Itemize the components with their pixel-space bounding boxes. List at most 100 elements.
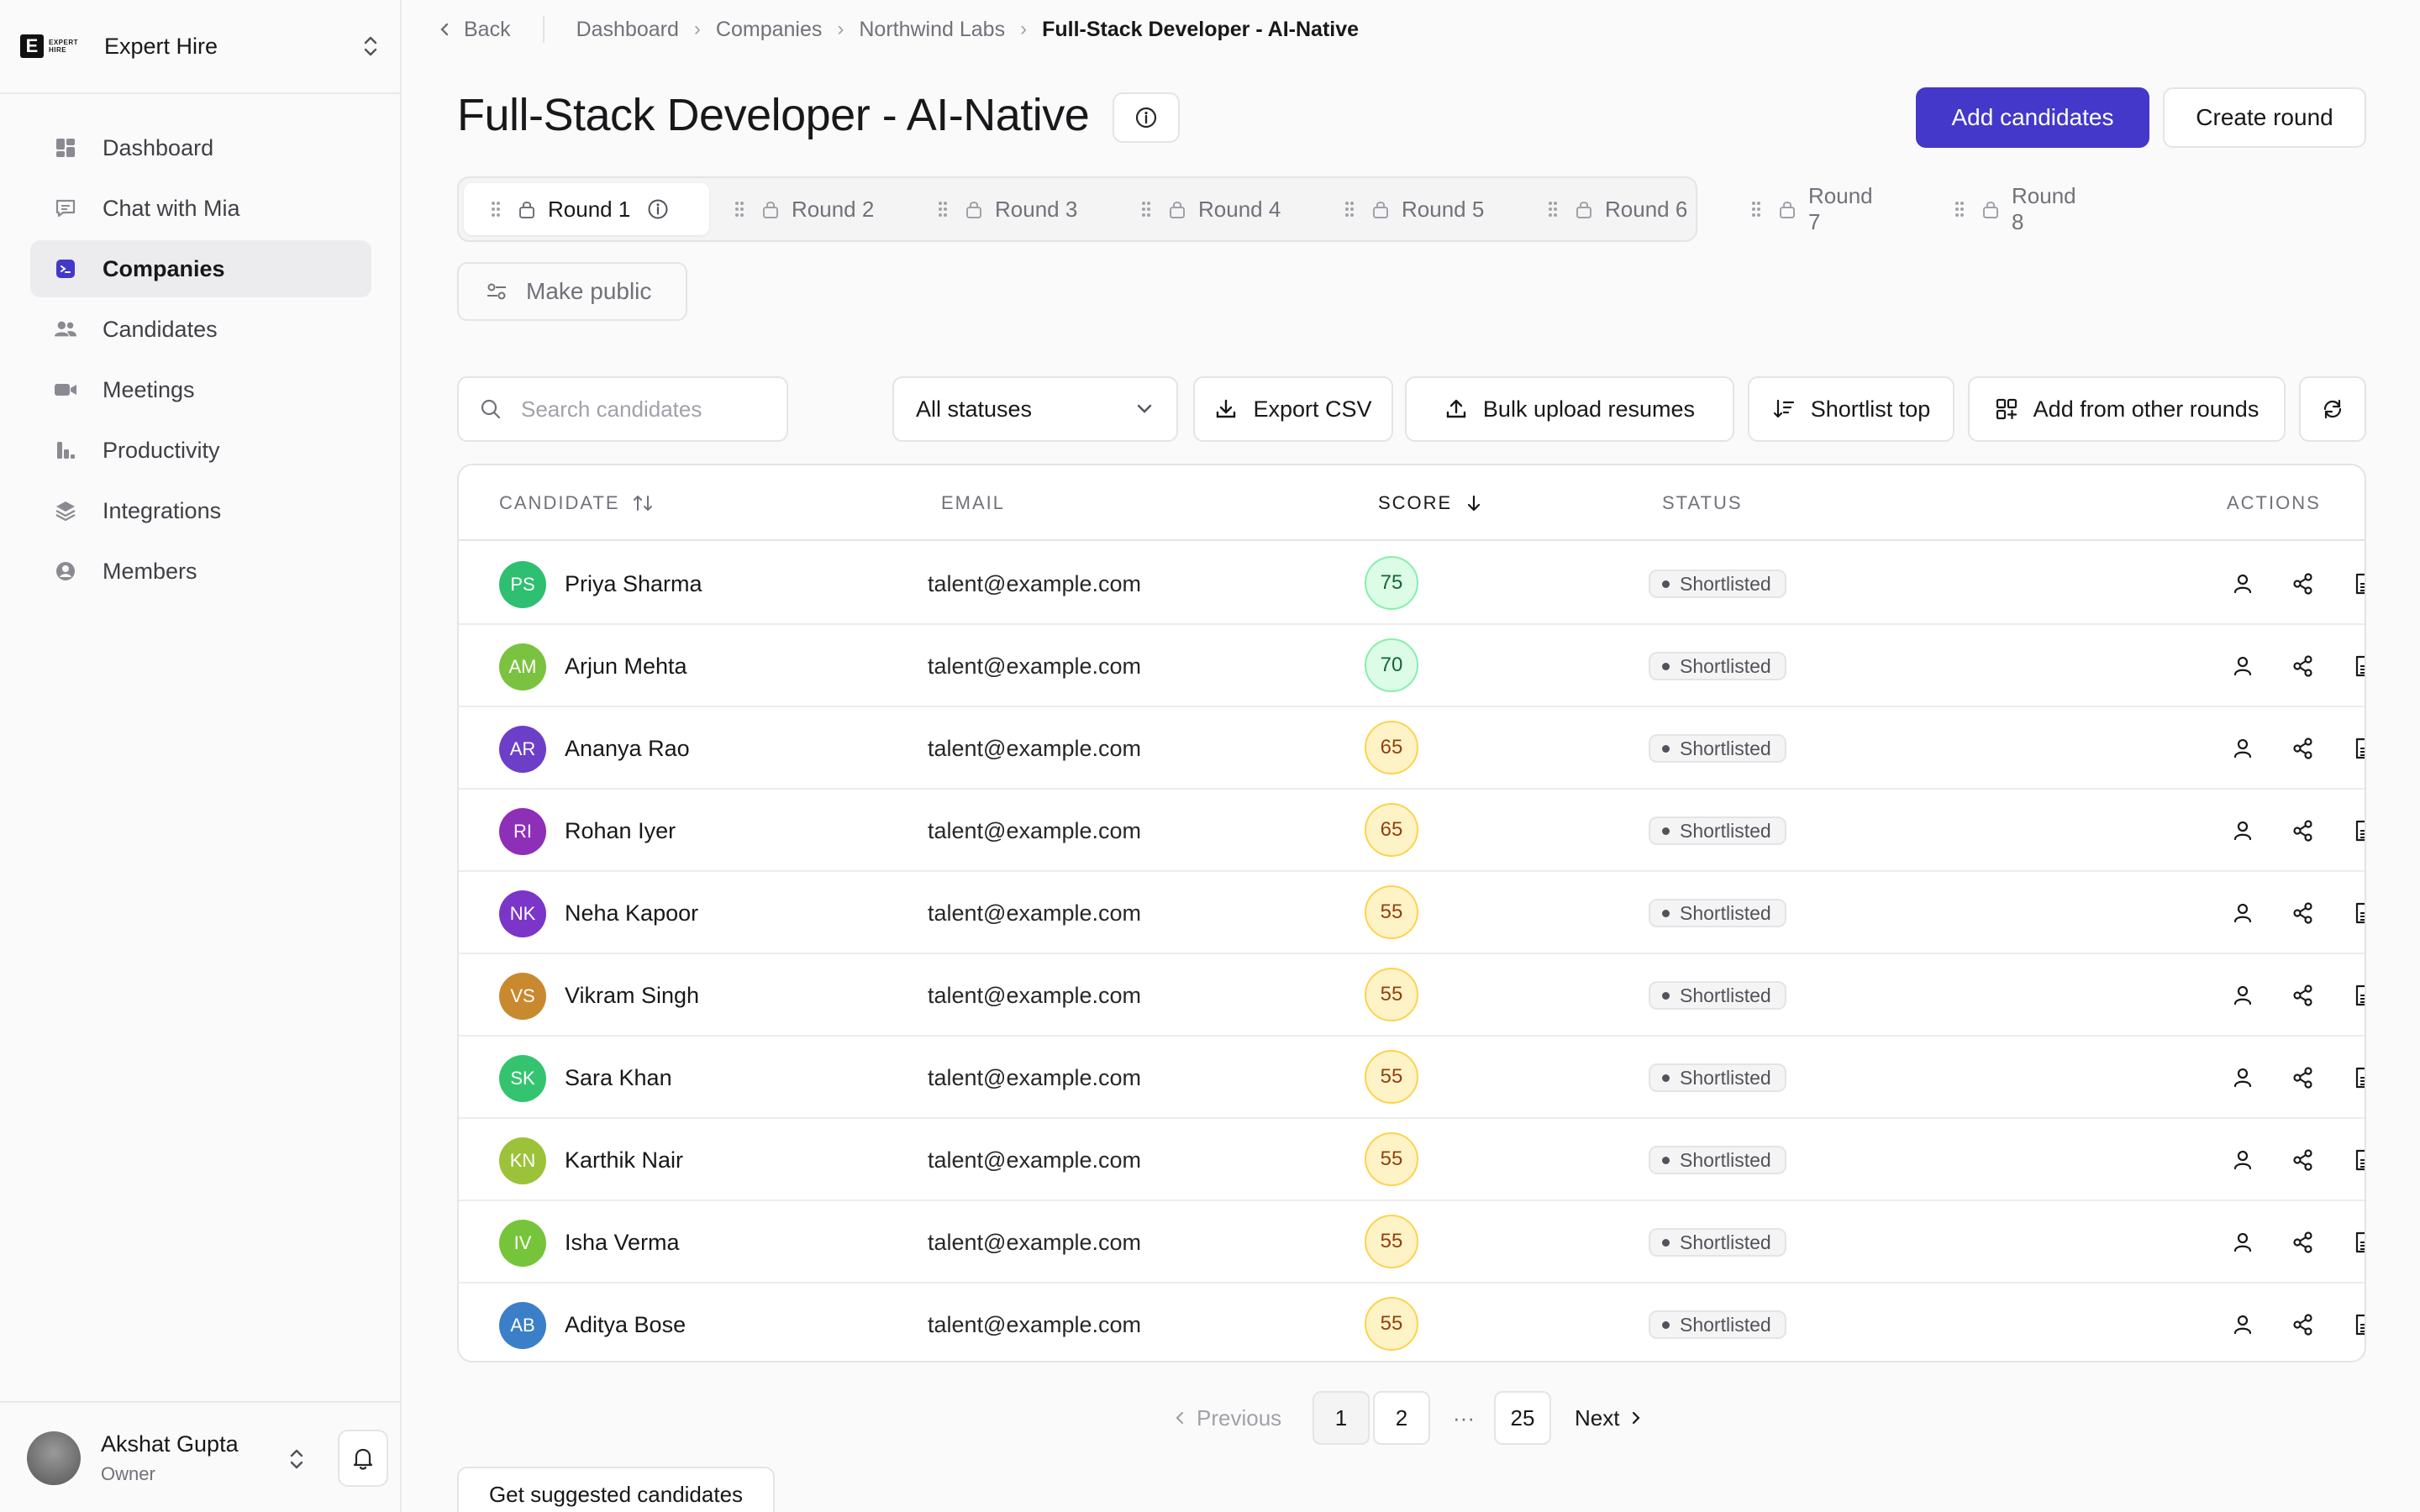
- tab-round-7[interactable]: Round 7: [1751, 183, 1873, 235]
- resume-button[interactable]: [2349, 570, 2365, 598]
- candidate-name[interactable]: Vikram Singh: [565, 983, 699, 1009]
- drag-handle-icon[interactable]: [1751, 200, 1761, 218]
- share-button[interactable]: [2289, 1063, 2317, 1092]
- info-icon[interactable]: [647, 198, 669, 220]
- previous-page-button[interactable]: Previous: [1175, 1391, 1281, 1445]
- table-row[interactable]: VS Vikram Singh talent@example.com 55 Shortl…: [459, 954, 2365, 1037]
- breadcrumb-companies[interactable]: Companies: [716, 18, 822, 42]
- sidebar-item-companies[interactable]: Companies: [30, 240, 371, 297]
- resume-button[interactable]: [2349, 1146, 2365, 1174]
- page-2-button[interactable]: 2: [1373, 1391, 1430, 1445]
- column-candidate[interactable]: CANDIDATE: [499, 492, 654, 514]
- view-profile-button[interactable]: [2228, 652, 2257, 680]
- table-row[interactable]: AR Ananya Rao talent@example.com 65 Shortlis…: [459, 707, 2365, 790]
- share-button[interactable]: [2289, 981, 2317, 1010]
- add-candidates-button[interactable]: Add candidates: [1916, 87, 2149, 148]
- make-public-button[interactable]: Make public: [457, 262, 687, 321]
- share-button[interactable]: [2289, 899, 2317, 927]
- breadcrumb-dashboard[interactable]: Dashboard: [576, 18, 679, 42]
- sidebar-item-members[interactable]: Members: [30, 543, 371, 600]
- share-button[interactable]: [2289, 570, 2317, 598]
- sidebar-item-meetings[interactable]: Meetings: [30, 361, 371, 418]
- view-profile-button[interactable]: [2228, 1063, 2257, 1092]
- resume-button[interactable]: [2349, 1310, 2365, 1339]
- table-row[interactable]: AB Aditya Bose talent@example.com 55 Shortli…: [459, 1284, 2365, 1361]
- candidate-name[interactable]: Priya Sharma: [565, 571, 702, 597]
- tab-round-6[interactable]: Round 6: [1548, 183, 1687, 235]
- candidate-name[interactable]: Aditya Bose: [565, 1312, 686, 1338]
- column-score[interactable]: SCORE: [1378, 492, 1484, 514]
- sidebar-item-integrations[interactable]: Integrations: [30, 482, 371, 539]
- tab-round-1[interactable]: Round 1: [464, 183, 709, 235]
- resume-button[interactable]: [2349, 1228, 2365, 1257]
- table-row[interactable]: KN Karthik Nair talent@example.com 55 Shortl…: [459, 1119, 2365, 1201]
- share-button[interactable]: [2289, 1310, 2317, 1339]
- sidebar-item-chat[interactable]: Chat with Mia: [30, 180, 371, 237]
- search-input[interactable]: [521, 396, 773, 423]
- resume-button[interactable]: [2349, 899, 2365, 927]
- tab-round-3[interactable]: Round 3: [938, 183, 1077, 235]
- share-button[interactable]: [2289, 734, 2317, 763]
- shortlist-top-button[interactable]: Shortlist top: [1748, 376, 1954, 442]
- resume-button[interactable]: [2349, 734, 2365, 763]
- drag-handle-icon[interactable]: [1141, 200, 1151, 218]
- create-round-button[interactable]: Create round: [2163, 87, 2366, 148]
- tab-round-2[interactable]: Round 2: [734, 183, 874, 235]
- export-csv-button[interactable]: Export CSV: [1193, 376, 1393, 442]
- view-profile-button[interactable]: [2228, 981, 2257, 1010]
- share-button[interactable]: [2289, 1146, 2317, 1174]
- tab-round-5[interactable]: Round 5: [1344, 183, 1484, 235]
- view-profile-button[interactable]: [2228, 816, 2257, 845]
- next-page-button[interactable]: Next: [1575, 1391, 1641, 1445]
- bulk-upload-button[interactable]: Bulk upload resumes: [1405, 376, 1734, 442]
- drag-handle-icon[interactable]: [1548, 200, 1558, 218]
- table-row[interactable]: RI Rohan Iyer talent@example.com 65 Shortlis…: [459, 790, 2365, 872]
- table-row[interactable]: NK Neha Kapoor talent@example.com 55 Shortli…: [459, 872, 2365, 954]
- candidate-name[interactable]: Isha Verma: [565, 1230, 680, 1256]
- share-button[interactable]: [2289, 652, 2317, 680]
- view-profile-button[interactable]: [2228, 570, 2257, 598]
- status-filter-select[interactable]: All statuses: [892, 376, 1178, 442]
- get-suggested-candidates-button[interactable]: Get suggested candidates: [457, 1467, 775, 1512]
- table-row[interactable]: IV Isha Verma talent@example.com 55 Shortlis…: [459, 1201, 2365, 1284]
- view-profile-button[interactable]: [2228, 1310, 2257, 1339]
- candidate-name[interactable]: Rohan Iyer: [565, 818, 676, 844]
- tab-round-4[interactable]: Round 4: [1141, 183, 1281, 235]
- drag-handle-icon[interactable]: [1954, 200, 1965, 218]
- refresh-button[interactable]: [2299, 376, 2366, 442]
- drag-handle-icon[interactable]: [734, 200, 744, 218]
- view-profile-button[interactable]: [2228, 734, 2257, 763]
- candidate-name[interactable]: Neha Kapoor: [565, 900, 698, 927]
- sidebar-item-productivity[interactable]: Productivity: [30, 422, 371, 479]
- job-info-button[interactable]: [1113, 92, 1180, 143]
- resume-button[interactable]: [2349, 981, 2365, 1010]
- candidate-name[interactable]: Karthik Nair: [565, 1147, 683, 1173]
- table-row[interactable]: SK Sara Khan talent@example.com 55 Shortlist…: [459, 1037, 2365, 1119]
- tab-round-8[interactable]: Round 8: [1954, 183, 2076, 235]
- breadcrumb-company[interactable]: Northwind Labs: [859, 18, 1005, 42]
- candidate-name[interactable]: Ananya Rao: [565, 736, 690, 762]
- view-profile-button[interactable]: [2228, 899, 2257, 927]
- drag-handle-icon[interactable]: [1344, 200, 1355, 218]
- back-button[interactable]: Back: [439, 18, 511, 42]
- candidate-name[interactable]: Arjun Mehta: [565, 654, 687, 680]
- resume-button[interactable]: [2349, 1063, 2365, 1092]
- workspace-switcher[interactable]: E EXPERT HIRE Expert Hire: [0, 0, 402, 94]
- page-25-button[interactable]: 25: [1494, 1391, 1551, 1445]
- table-row[interactable]: PS Priya Sharma talent@example.com 75 Shortl…: [459, 543, 2365, 625]
- drag-handle-icon[interactable]: [491, 200, 501, 218]
- view-profile-button[interactable]: [2228, 1146, 2257, 1174]
- user-menu[interactable]: Akshat Gupta Owner: [0, 1401, 402, 1512]
- notifications-button[interactable]: [338, 1430, 388, 1487]
- view-profile-button[interactable]: [2228, 1228, 2257, 1257]
- sidebar-item-candidates[interactable]: Candidates: [30, 301, 371, 358]
- table-row[interactable]: AM Arjun Mehta talent@example.com 70 Shortli…: [459, 625, 2365, 707]
- candidate-name[interactable]: Sara Khan: [565, 1065, 672, 1091]
- share-button[interactable]: [2289, 1228, 2317, 1257]
- drag-handle-icon[interactable]: [938, 200, 948, 218]
- resume-button[interactable]: [2349, 816, 2365, 845]
- page-1-button[interactable]: 1: [1313, 1391, 1370, 1445]
- add-from-other-rounds-button[interactable]: Add from other rounds: [1968, 376, 2286, 442]
- share-button[interactable]: [2289, 816, 2317, 845]
- resume-button[interactable]: [2349, 652, 2365, 680]
